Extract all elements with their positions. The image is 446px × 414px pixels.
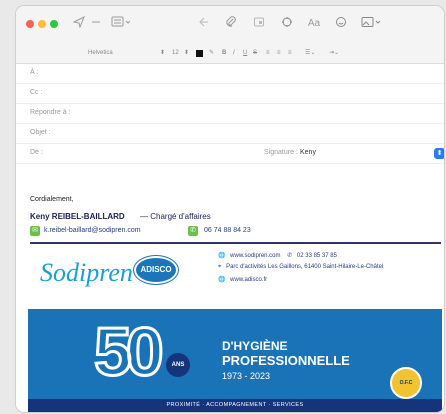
banner-footer: PROXIMITÉ · ACCOMPAGNEMENT · SERVICES (28, 399, 442, 412)
reply-to-field-row[interactable]: Répondre à : (16, 104, 444, 124)
company-phone: 02 33 85 37 85 (296, 253, 337, 259)
list-icon[interactable]: ☰⌄ (305, 48, 315, 58)
banner-title-line1: D'HYGIÈNE (222, 339, 288, 353)
chevron-updown-icon[interactable]: ⬍ (160, 48, 165, 58)
banner-years: 1973 - 2023 (222, 371, 271, 381)
minimize-button[interactable] (38, 20, 46, 28)
sender-phone[interactable]: 06 74 88 84 23 (204, 227, 251, 234)
phone-icon: ✆ (188, 226, 198, 236)
greeting: Cordialement, (30, 196, 74, 203)
reply-icon[interactable] (90, 16, 102, 32)
indent-icon[interactable]: ⇥⌄ (329, 48, 339, 58)
anniversary-banner[interactable]: 50 ANS D'HYGIÈNE PROFESSIONNELLE 1973 - … (28, 309, 442, 412)
cc-label: Cc : (30, 89, 43, 96)
to-label: À : (30, 69, 39, 76)
reply-to-label: Répondre à : (30, 109, 71, 116)
sender-name: Keny REIBEL-BAILLARD (30, 212, 125, 221)
underline-button[interactable]: U (243, 48, 247, 58)
close-button[interactable] (26, 20, 34, 28)
attach-icon[interactable] (224, 16, 238, 32)
company-website[interactable]: www.sodipren.com (230, 253, 280, 259)
globe-icon: 🌐 (218, 253, 226, 259)
text-color-swatch[interactable] (196, 50, 203, 57)
strike-button[interactable]: S (253, 48, 257, 58)
font-size-select[interactable]: 12 (172, 48, 179, 58)
mail-compose-window: Aa Helvetica ⬍ 12 ⬍ ✎ B I U S ≡ ≡ ≡ ☰⌄ ⇥… (16, 6, 444, 412)
signature-label: Signature : (264, 149, 298, 156)
company-address: Parc d'activités Les Gaillons, 61400 Sai… (226, 264, 384, 270)
chevron-updown-icon[interactable]: ⬍ (434, 148, 444, 159)
italic-button[interactable]: I (233, 48, 235, 58)
signature-divider (30, 242, 441, 244)
from-label: De : (30, 149, 43, 156)
to-field-row[interactable]: À : (16, 64, 444, 84)
attachment-view-icon[interactable] (252, 16, 266, 32)
send-icon[interactable] (72, 15, 86, 32)
back-icon[interactable] (196, 16, 210, 32)
align-center-icon[interactable]: ≡ (277, 48, 281, 58)
sender-role: — Chargé d'affaires (140, 212, 211, 221)
location-pin-icon: ⌖ (218, 264, 222, 270)
photo-browser-icon[interactable] (360, 16, 382, 32)
subject-label: Objet : (30, 129, 51, 136)
zoom-button[interactable] (50, 20, 58, 28)
bold-button[interactable]: B (222, 48, 226, 58)
cc-field-row[interactable]: Cc : (16, 84, 444, 104)
sender-email[interactable]: k.reibel-baillard@sodipren.com (44, 227, 141, 234)
adisco-logo: ADISCO (134, 256, 178, 284)
banner-ans-badge: ANS (166, 353, 190, 377)
banner-number: 50 (93, 313, 166, 392)
emoji-icon[interactable] (334, 16, 348, 32)
company-contact-line: 🌐 www.sodipren.com ✆ 02 33 85 37 85 (218, 252, 337, 259)
banner-title-line2: PROFESSIONNELLE (222, 353, 350, 368)
company-website2-line: 🌐 www.adisco.fr (218, 276, 267, 283)
phone-icon: ✆ (287, 253, 293, 259)
chevron-updown-icon[interactable]: ⬍ (184, 48, 189, 58)
align-left-icon[interactable]: ≡ (266, 48, 270, 58)
highlight-icon[interactable]: ✎ (209, 48, 214, 58)
format-bar: Helvetica ⬍ 12 ⬍ ✎ B I U S ≡ ≡ ≡ ☰⌄ ⇥⌄ (16, 42, 444, 64)
header-fields-icon[interactable] (110, 16, 132, 32)
company-address-line: ⌖ Parc d'activités Les Gaillons, 61400 S… (218, 264, 383, 271)
sodipren-logo: Sodipren (40, 258, 133, 287)
font-family-select[interactable]: Helvetica (88, 48, 113, 58)
align-right-icon[interactable]: ≡ (288, 48, 292, 58)
format-icon[interactable]: Aa (304, 16, 324, 32)
toolbar: Aa (16, 6, 444, 42)
ofc-seal: O.F.C (390, 367, 422, 399)
company-website2[interactable]: www.adisco.fr (230, 277, 267, 283)
from-field-row[interactable]: De : Signature : Keny ⬍ (16, 144, 444, 164)
globe-icon: 🌐 (218, 277, 226, 283)
email-icon: ✉ (30, 226, 40, 236)
subject-field-row[interactable]: Objet : (16, 124, 444, 144)
markup-icon[interactable] (280, 16, 294, 32)
signature-select[interactable]: Keny (300, 149, 316, 156)
